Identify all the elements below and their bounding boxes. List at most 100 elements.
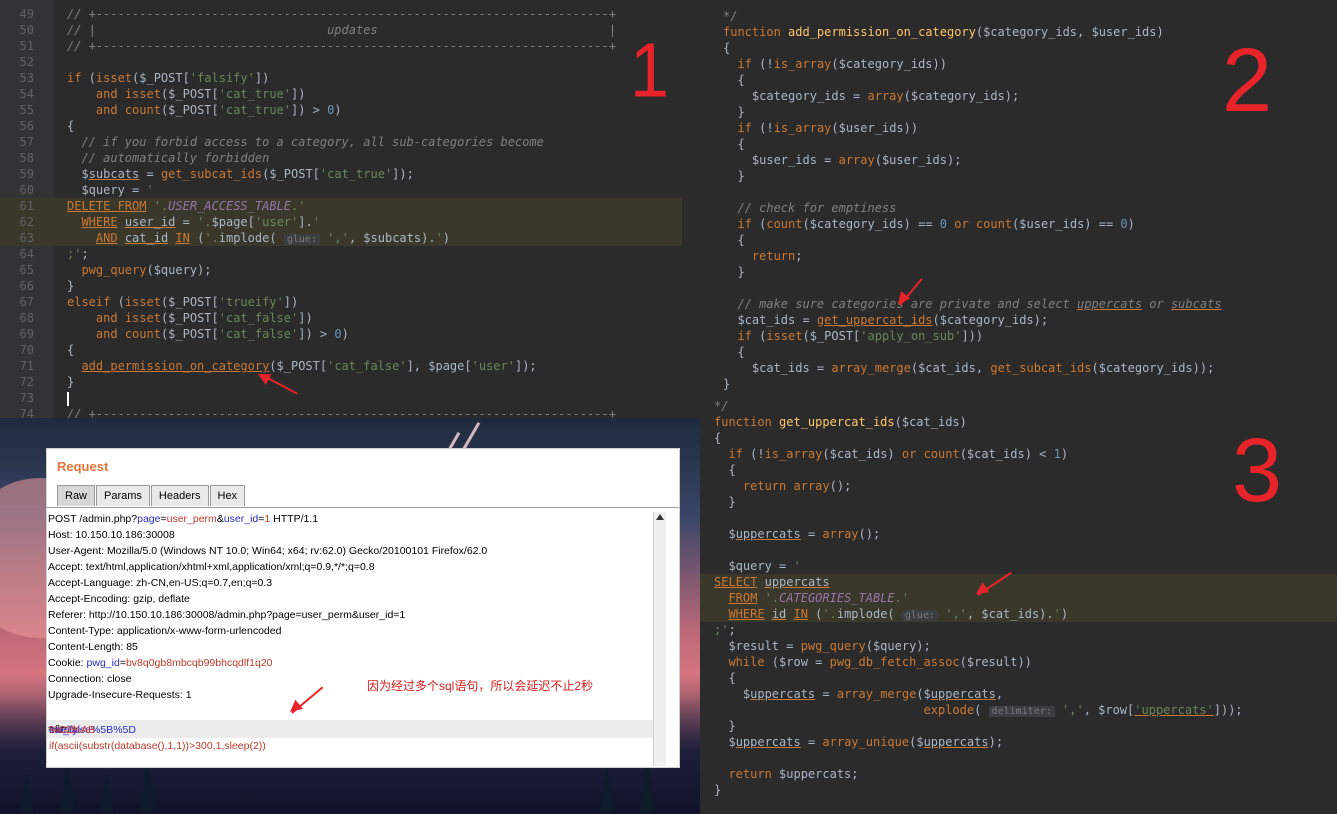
request-raw-body[interactable]: POST /admin.php?page=user_perm&user_id=1…: [47, 511, 653, 703]
code-line: 68 and isset($_POST['cat_false']): [0, 310, 682, 326]
line-number: 69: [19, 327, 34, 341]
code-line: return $uppercats;: [700, 766, 1337, 782]
code-line: 57 // if you forbid access to a category…: [0, 134, 682, 150]
code-line: WHERE id IN ('.implode( glue: ',', $cat_…: [700, 606, 1337, 622]
code-line: 60 $query = ': [0, 182, 682, 198]
code-text: $query = ': [67, 183, 154, 197]
line-number: 72: [19, 375, 34, 389]
code-line: // make sure categories are private and …: [683, 296, 1337, 312]
code-line: 66}: [0, 278, 682, 294]
code-line: }: [700, 718, 1337, 734]
request-title: Request: [57, 459, 109, 474]
code-line: 51 // +----------------------------------…: [0, 38, 682, 54]
code-text: and count($_POST['cat_true']) > 0): [95, 103, 342, 117]
code-text: elseif (isset($_POST['trueify']): [67, 295, 299, 309]
code-text: }: [67, 375, 75, 389]
code-line: $uppercats = array_merge($uppercats,: [700, 686, 1337, 702]
code-line: 74 // +----------------------------------…: [0, 406, 682, 418]
code-line: 65 pwg_query($query);: [0, 262, 682, 278]
annotation-number-one: 1: [630, 27, 669, 113]
request-line: Content-Type: application/x-www-form-url…: [48, 625, 282, 637]
code-line: 56 {: [0, 118, 682, 134]
code-text: // +------------------------------------…: [67, 39, 617, 53]
code-line: while ($row = pwg_db_fetch_assoc($result…: [700, 654, 1337, 670]
code-text: function add_permission_on_category($cat…: [723, 25, 1164, 39]
request-payload-line[interactable]: cat_false%5B%5D = 1 and if(ascii(substr(da…: [47, 720, 653, 752]
code-text: [67, 390, 69, 406]
code-line: 49 // +----------------------------------…: [0, 6, 682, 22]
code-line: {: [683, 136, 1337, 152]
line-number: 57: [19, 135, 34, 149]
line-number: 61: [19, 199, 34, 213]
tab-raw[interactable]: Raw: [57, 485, 96, 506]
tab-hex[interactable]: Hex: [209, 485, 246, 506]
code-line: 58 // automatically forbidden: [0, 150, 682, 166]
code-text: {: [723, 137, 745, 151]
code-text: $cat_ids = array_merge($cat_ids, get_sub…: [723, 361, 1215, 375]
code-line: 53 if (isset($_POST['falsify']): [0, 70, 682, 86]
line-number: 68: [19, 311, 34, 325]
code-editor-updates[interactable]: 49 // +----------------------------------…: [0, 0, 682, 418]
code-text: if (!is_array($category_ids)): [737, 57, 947, 71]
code-text: }: [723, 377, 731, 391]
line-number: 65: [19, 263, 34, 277]
burp-request-panel: Request Raw Params Headers Hex POST /adm…: [46, 448, 680, 768]
vertical-scrollbar[interactable]: [653, 512, 666, 766]
code-text: {: [723, 41, 731, 55]
code-line: 55 and count($_POST['cat_true']) > 0): [0, 102, 682, 118]
code-line: $uppercats = array();: [700, 526, 1337, 542]
code-line: 70 {: [0, 342, 682, 358]
line-number: 70: [19, 343, 34, 357]
code-line: 69 and count($_POST['cat_false']) > 0): [0, 326, 682, 342]
code-line: 62 WHERE user_id = '.$page['user'].': [0, 214, 682, 230]
code-line: 59 $subcats = get_subcat_ids($_POST['cat…: [0, 166, 682, 182]
code-text: // +------------------------------------…: [67, 7, 617, 21]
request-line: Accept-Language: zh-CN,en-US;q=0.7,en;q=…: [48, 577, 273, 589]
code-text: {: [714, 431, 722, 445]
code-text: // if you forbid access to a category, a…: [81, 135, 544, 149]
code-text: }: [723, 169, 745, 183]
code-text: {: [723, 73, 745, 87]
code-text: // make sure categories are private and …: [737, 297, 1222, 311]
code-line: return;: [683, 248, 1337, 264]
code-text: $query = ': [714, 559, 801, 573]
code-line: 72}: [0, 374, 682, 390]
line-number: 56: [19, 119, 34, 133]
code-line: }: [683, 264, 1337, 280]
code-line: */: [683, 8, 1337, 24]
code-line: $cat_ids = array_merge($cat_ids, get_sub…: [683, 360, 1337, 376]
code-text: if (isset($_POST['apply_on_sub'])): [737, 329, 984, 343]
code-text: return array();: [742, 479, 852, 493]
code-text: {: [67, 343, 75, 357]
code-line: if (count($category_ids) == 0 or count($…: [683, 216, 1337, 232]
tab-params[interactable]: Params: [96, 485, 150, 506]
request-line: POST /admin.php?page=user_perm&user_id=1…: [48, 513, 319, 525]
code-text: {: [714, 671, 736, 685]
code-text: // +------------------------------------…: [67, 407, 617, 418]
code-text: $uppercats = array_unique($uppercats);: [714, 735, 1004, 749]
line-number: 71: [19, 359, 34, 373]
tab-headers[interactable]: Headers: [150, 485, 209, 506]
code-line: {: [683, 344, 1337, 360]
wallpaper-tree: [20, 774, 34, 814]
code-text: $subcats = get_subcat_ids($_POST['cat_tr…: [67, 167, 414, 181]
code-text: $cat_ids = get_uppercat_ids($category_id…: [723, 313, 1049, 327]
code-text: if (isset($_POST['falsify']): [67, 71, 270, 85]
line-number: 53: [19, 71, 34, 85]
scroll-up-icon[interactable]: [656, 514, 664, 520]
code-line: 73: [0, 390, 682, 406]
line-number: 51: [19, 39, 34, 53]
line-number: 63: [19, 231, 34, 245]
line-number: 52: [19, 55, 34, 69]
code-text: {: [723, 345, 745, 359]
line-number: 66: [19, 279, 34, 293]
wallpaper-tree: [100, 774, 114, 814]
line-number: 49: [19, 7, 34, 21]
code-text: $uppercats = array_merge($uppercats,: [714, 687, 1004, 701]
code-line: SELECT uppercats: [700, 574, 1337, 590]
code-line: 71 add_permission_on_category($_POST['ca…: [0, 358, 682, 374]
code-line: 63 AND cat_id IN ('.implode( glue: ',', …: [0, 230, 682, 246]
code-line: }: [683, 168, 1337, 184]
request-line: Referer: http://10.150.10.186:30008/admi…: [48, 609, 406, 621]
